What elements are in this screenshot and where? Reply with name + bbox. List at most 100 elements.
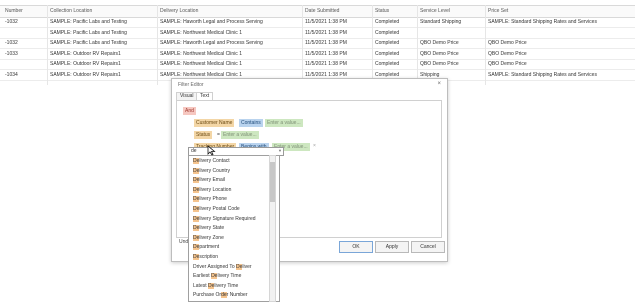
- dropdown-item[interactable]: Driver Assigned To Deliver: [193, 263, 252, 272]
- table-cell-number: -1032: [5, 19, 18, 25]
- ok-button[interactable]: OK: [339, 241, 373, 253]
- group-operator[interactable]: And: [183, 107, 196, 115]
- table-cell-delivery: SAMPLE: Northwest Medical Clinic 1: [160, 71, 242, 78]
- table-cell-service: QBO Demo Price: [420, 50, 459, 57]
- table-cell-collection: SAMPLE: Pacific Labs and Testing: [50, 19, 127, 25]
- column-divider: [47, 5, 48, 85]
- cancel-button[interactable]: Cancel: [411, 241, 445, 253]
- dropdown-item-post: livery Time: [217, 273, 242, 280]
- dropdown-item-post: partment: [199, 244, 220, 251]
- condition-1-operator[interactable]: Contains: [239, 119, 263, 127]
- table-cell-delivery: SAMPLE: Northwest Medical Clinic 1: [160, 50, 242, 57]
- table-cell-date: 11/5/2021 1:38 PM: [305, 61, 347, 67]
- table-cell-status: Completed: [375, 71, 400, 78]
- table-cell-price: QBO Demo Price: [488, 61, 527, 67]
- table-row[interactable]: SAMPLE: Outdoor RV Repairs1 SAMPLE: North…: [0, 59, 635, 70]
- table-cell-number: -1033: [5, 50, 18, 57]
- chevron-down-icon[interactable]: ▼: [278, 148, 282, 153]
- dropdown-item[interactable]: Purchase Order Number: [193, 291, 247, 300]
- column-divider: [485, 5, 486, 85]
- dropdown-item[interactable]: Earliest Delivery Time: [193, 272, 241, 281]
- table-cell-collection: SAMPLE: Outdoor RV Repairs1: [50, 61, 121, 67]
- header-status[interactable]: Status: [375, 8, 389, 14]
- table-cell-date: 11/5/2021 1:38 PM: [305, 19, 347, 25]
- table-cell-service: Shipping: [420, 71, 440, 78]
- dropdown-item[interactable]: Delivery Signature Required: [193, 215, 256, 224]
- table-cell-date: 11/5/2021 1:38 PM: [305, 71, 347, 78]
- table-cell-price: QBO Demo Price: [488, 40, 527, 46]
- header-collection-location[interactable]: Collection Location: [50, 8, 92, 14]
- dropdown-scrollbar[interactable]: [269, 155, 276, 302]
- apply-button[interactable]: Apply: [375, 241, 409, 253]
- dropdown-item-post: livery Email: [199, 177, 225, 184]
- dropdown-item[interactable]: Delivery Email: [193, 176, 225, 185]
- dialog-title: Filter Editor: [178, 82, 204, 88]
- dropdown-item-post: livery Signature Required: [199, 215, 256, 222]
- column-divider: [302, 5, 303, 85]
- condition-2-value[interactable]: Enter a value...: [221, 131, 259, 139]
- table-cell-collection: SAMPLE: Outdoor RV Repairs1: [50, 71, 121, 78]
- mouse-cursor-icon: [207, 145, 216, 156]
- dropdown-item-post: livery State: [199, 225, 225, 232]
- dropdown-item[interactable]: Delivery Contact: [193, 157, 230, 166]
- table-cell-price: SAMPLE: Standard Shipping Rates and Serv…: [488, 71, 597, 78]
- table-cell-service: Standard Shipping: [420, 19, 462, 25]
- dropdown-item[interactable]: Delivery Country: [193, 167, 230, 176]
- table-cell-date: 11/5/2021 1:38 PM: [305, 50, 347, 57]
- dropdown-item[interactable]: Description: [193, 253, 218, 262]
- dropdown-item[interactable]: Latest Delivery Time: [193, 282, 238, 291]
- dropdown-item-post: livery Location: [199, 186, 232, 193]
- field-dropdown-list: Delivery Contact Delivery Country Delivery…: [188, 155, 280, 302]
- table-cell-collection: SAMPLE: Pacific Labs and Testing: [50, 29, 127, 36]
- column-divider: [417, 5, 418, 85]
- column-divider: [372, 5, 373, 85]
- table-cell-collection: SAMPLE: Outdoor RV Repairs1: [50, 50, 121, 57]
- dropdown-item[interactable]: Delivery Postal Code: [193, 205, 240, 214]
- table-cell-price: QBO Demo Price: [488, 50, 527, 57]
- dropdown-item-post: livery Postal Code: [199, 206, 240, 212]
- header-price-set[interactable]: Price Set: [488, 8, 508, 14]
- dropdown-item-post: livery Time: [214, 282, 239, 289]
- header-delivery-location[interactable]: Delivery Location: [160, 8, 198, 14]
- table-row[interactable]: SAMPLE: Pacific Labs and Testing SAMPLE: …: [0, 28, 635, 39]
- condition-2-field[interactable]: Status: [194, 131, 213, 139]
- dropdown-item-post: r Number: [226, 292, 248, 299]
- close-icon[interactable]: ×: [437, 81, 441, 87]
- table-cell-service: QBO Demo Price: [420, 40, 459, 46]
- condition-1-value[interactable]: Enter a value...: [265, 119, 303, 127]
- header-date-submitted[interactable]: Date Submitted: [305, 8, 339, 14]
- dropdown-item-post: scription: [199, 254, 219, 260]
- dropdown-item-post: livery Contact: [199, 158, 230, 164]
- dropdown-item[interactable]: Department: [193, 243, 219, 252]
- remove-condition-icon[interactable]: ×: [313, 143, 316, 149]
- dropdown-item-pre: Latest: [193, 282, 209, 289]
- table-cell-service: QBO Demo Price: [420, 61, 459, 67]
- dropdown-item-post: liver: [242, 263, 252, 270]
- table-cell-delivery: SAMPLE: Northwest Medical Clinic 1: [160, 61, 242, 67]
- dropdown-item[interactable]: Delivery Phone: [193, 195, 227, 204]
- table-cell-status: Completed: [375, 40, 400, 46]
- table-row[interactable]: -1032 SAMPLE: Pacific Labs and Testing SAM…: [0, 38, 635, 49]
- dropdown-item-pre: Purchase Or: [193, 292, 222, 299]
- table-cell-collection: SAMPLE: Pacific Labs and Testing: [50, 40, 127, 46]
- table-cell-status: Completed: [375, 19, 400, 25]
- dropdown-item[interactable]: Delivery Location: [193, 186, 231, 195]
- table-row[interactable]: -1033 SAMPLE: Outdoor RV Repairs1 SAMPLE: …: [0, 49, 635, 60]
- table-row[interactable]: -1032 SAMPLE: Pacific Labs and Testing SAM…: [0, 17, 635, 28]
- dropdown-item-pre: Driver Assigned To: [193, 263, 236, 270]
- dropdown-item[interactable]: Delivery State: [193, 224, 224, 233]
- table-cell-price: SAMPLE: Standard Shipping Rates and Serv…: [488, 19, 597, 25]
- table-cell-status: Completed: [375, 50, 400, 57]
- table-cell-delivery: SAMPLE: Haworth Legal and Process Servin…: [160, 40, 263, 46]
- column-divider: [157, 5, 158, 85]
- scrollbar-thumb[interactable]: [270, 162, 275, 202]
- field-search-value: de: [191, 148, 197, 154]
- header-number[interactable]: Number: [5, 8, 23, 14]
- table-cell-delivery: SAMPLE: Haworth Legal and Process Servin…: [160, 19, 263, 25]
- dropdown-item[interactable]: Delivery Zone: [193, 234, 224, 243]
- condition-1-field[interactable]: Customer Name: [194, 119, 235, 127]
- header-service-level[interactable]: Service Level: [420, 8, 450, 14]
- table-cell-status: Completed: [375, 61, 400, 67]
- dropdown-item-post: livery Country: [199, 167, 230, 174]
- table-cell-number: -1034: [5, 71, 18, 78]
